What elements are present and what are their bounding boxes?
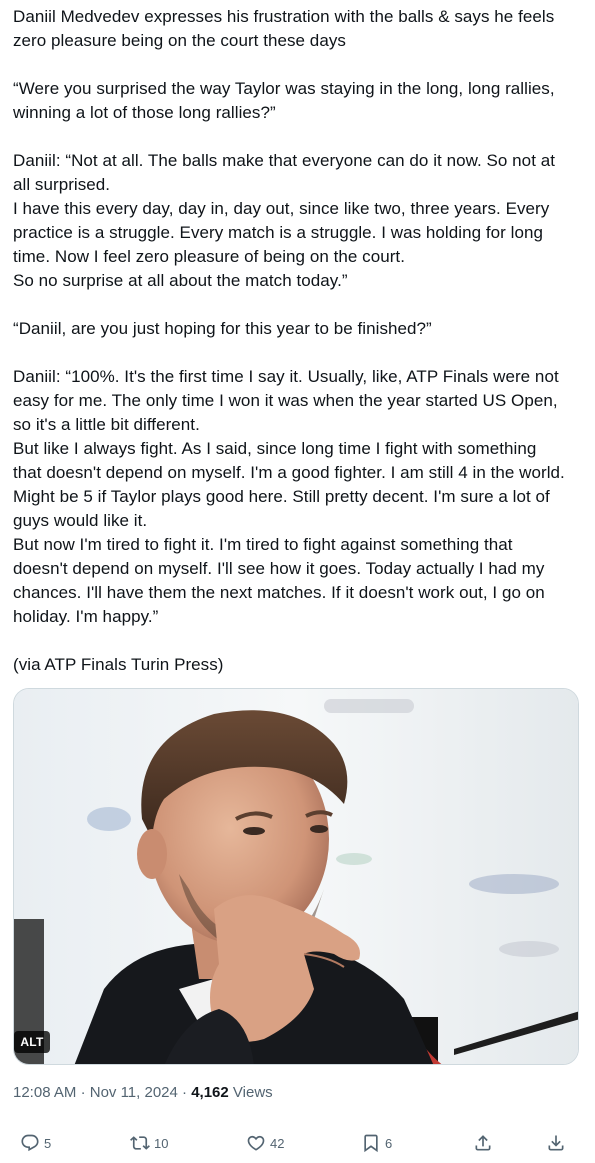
tweet-paragraph: “Daniil, are you just hoping for this ye… bbox=[13, 317, 585, 341]
tweet-text: Daniil Medvedev expresses his frustratio… bbox=[13, 5, 585, 677]
download-button[interactable] bbox=[546, 1128, 566, 1158]
text-line: I have this every day, day in, day out, … bbox=[13, 199, 550, 218]
text-line: doesn't depend on myself. I'll see how i… bbox=[13, 559, 545, 578]
text-line: practice is a struggle. Every match is a… bbox=[13, 223, 543, 242]
tweet-paragraph: (via ATP Finals Turin Press) bbox=[13, 653, 585, 677]
heart-icon bbox=[247, 1135, 265, 1151]
text-line: But now I'm tired to fight it. I'm tired… bbox=[13, 535, 513, 554]
retweet-icon bbox=[130, 1136, 150, 1150]
tweet-paragraph: “Were you surprised the way Taylor was s… bbox=[13, 77, 585, 125]
reply-icon bbox=[21, 1134, 39, 1152]
text-line: “Were you surprised the way Taylor was s… bbox=[13, 79, 555, 98]
tweet-paragraph: Daniil: “Not at all. The balls make that… bbox=[13, 149, 585, 293]
tweet-metadata: 12:08 AM · Nov 11, 2024 · 4,162 Views bbox=[13, 1083, 273, 1103]
tweet-paragraph: Daniil: “100%. It's the first time I say… bbox=[13, 365, 585, 629]
download-icon bbox=[548, 1135, 564, 1151]
text-line: Daniil: “100%. It's the first time I say… bbox=[13, 367, 559, 386]
text-line: So no surprise at all about the match to… bbox=[13, 271, 348, 290]
text-line: “Daniil, are you just hoping for this ye… bbox=[13, 319, 432, 338]
text-line: easy for me. The only time I won it was … bbox=[13, 391, 558, 410]
text-line: zero pleasure being on the court these d… bbox=[13, 31, 346, 50]
tweet-date[interactable]: Nov 11, 2024 bbox=[90, 1084, 178, 1101]
photo-illustration bbox=[14, 689, 578, 1064]
text-line: chances. I'll have them the next matches… bbox=[13, 583, 545, 602]
alt-text-badge[interactable]: ALT bbox=[14, 1031, 50, 1053]
bookmark-count: 6 bbox=[385, 1135, 393, 1151]
tweet-time[interactable]: 12:08 AM bbox=[13, 1084, 76, 1101]
text-line: Daniil: “Not at all. The balls make that… bbox=[13, 151, 556, 170]
reply-count: 5 bbox=[44, 1135, 52, 1151]
share-button[interactable] bbox=[473, 1128, 493, 1158]
share-icon bbox=[475, 1135, 491, 1151]
bookmark-icon bbox=[364, 1134, 378, 1153]
text-line: guys would like it. bbox=[13, 511, 148, 530]
text-line: so it's a little bit different. bbox=[13, 415, 200, 434]
tweet: Daniil Medvedev expresses his frustratio… bbox=[0, 0, 595, 1163]
text-line: that doesn't depend on myself. I'm a goo… bbox=[13, 463, 565, 482]
retweet-count: 10 bbox=[154, 1135, 169, 1151]
meta-separator: · bbox=[182, 1084, 188, 1101]
text-line: Might be 5 if Taylor plays good here. St… bbox=[13, 487, 550, 506]
like-count: 42 bbox=[270, 1135, 285, 1151]
bookmark-button[interactable]: 6 bbox=[361, 1128, 392, 1158]
tweet-action-bar: 5 10 42 6 bbox=[0, 1128, 595, 1158]
text-line: Daniil Medvedev expresses his frustratio… bbox=[13, 7, 555, 26]
text-line: winning a lot of those long rallies?” bbox=[13, 103, 276, 122]
text-line: time. Now I feel zero pleasure of being … bbox=[13, 247, 405, 266]
text-line: holiday. I'm happy.” bbox=[13, 607, 159, 626]
retweet-button[interactable]: 10 bbox=[130, 1128, 168, 1158]
views-count: 4,162 bbox=[191, 1084, 229, 1101]
tweet-photo[interactable] bbox=[13, 688, 579, 1065]
text-line: (via ATP Finals Turin Press) bbox=[13, 655, 224, 674]
reply-button[interactable]: 5 bbox=[20, 1128, 51, 1158]
text-line: all surprised. bbox=[13, 175, 111, 194]
views-label: Views bbox=[232, 1084, 273, 1101]
meta-separator: · bbox=[80, 1084, 86, 1101]
like-button[interactable]: 42 bbox=[246, 1128, 284, 1158]
text-line: But like I always fight. As I said, sinc… bbox=[13, 439, 537, 458]
tweet-paragraph: Daniil Medvedev expresses his frustratio… bbox=[13, 5, 585, 53]
